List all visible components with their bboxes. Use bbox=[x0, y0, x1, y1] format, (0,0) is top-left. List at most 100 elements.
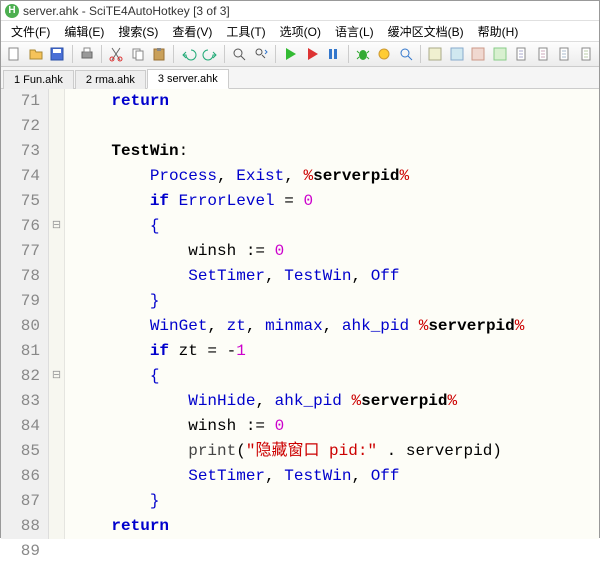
print-icon[interactable] bbox=[77, 44, 96, 64]
code-line[interactable]: WinGet, zt, minmax, ahk_pid %serverpid% bbox=[65, 314, 599, 339]
cut-icon[interactable] bbox=[107, 44, 126, 64]
code-line[interactable] bbox=[65, 114, 599, 139]
fold-marker bbox=[49, 339, 64, 364]
fold-column[interactable]: ⊟⊟ bbox=[49, 89, 65, 539]
line-number: 76 bbox=[1, 214, 48, 239]
fold-marker bbox=[49, 114, 64, 139]
line-number: 85 bbox=[1, 439, 48, 464]
code-line[interactable]: } bbox=[65, 289, 599, 314]
fold-marker bbox=[49, 389, 64, 414]
line-number: 84 bbox=[1, 414, 48, 439]
fold-marker bbox=[49, 164, 64, 189]
menu-item[interactable]: 编辑(E) bbox=[58, 21, 110, 42]
redo-icon[interactable] bbox=[201, 44, 220, 64]
fold-marker bbox=[49, 314, 64, 339]
undo-icon[interactable] bbox=[179, 44, 198, 64]
toolbar-separator bbox=[348, 45, 349, 63]
menu-item[interactable]: 缓冲区文档(B) bbox=[382, 21, 470, 42]
line-number: 73 bbox=[1, 139, 48, 164]
debug-bug-icon[interactable] bbox=[354, 44, 373, 64]
toolbar-separator bbox=[173, 45, 174, 63]
fold-marker bbox=[49, 414, 64, 439]
doc2-icon[interactable] bbox=[533, 44, 552, 64]
run-green-icon[interactable] bbox=[281, 44, 300, 64]
code-line[interactable]: WinHide, ahk_pid %serverpid% bbox=[65, 389, 599, 414]
fold-marker bbox=[49, 439, 64, 464]
tabbar: 1 Fun.ahk2 rma.ahk3 server.ahk bbox=[1, 67, 599, 89]
line-number: 87 bbox=[1, 489, 48, 514]
new-icon[interactable] bbox=[5, 44, 24, 64]
code-line[interactable]: } bbox=[65, 489, 599, 514]
line-number: 72 bbox=[1, 114, 48, 139]
toolbar-separator bbox=[420, 45, 421, 63]
fold-marker[interactable]: ⊟ bbox=[49, 214, 64, 239]
code-line[interactable]: return bbox=[65, 514, 599, 539]
toolbar-separator bbox=[72, 45, 73, 63]
code-area[interactable]: return TestWin: Process, Exist, %serverp… bbox=[65, 89, 599, 539]
code-line[interactable]: SetTimer, TestWin, Off bbox=[65, 464, 599, 489]
file-tab[interactable]: 1 Fun.ahk bbox=[3, 70, 74, 89]
code-line[interactable]: if ErrorLevel = 0 bbox=[65, 189, 599, 214]
code-line[interactable]: { bbox=[65, 364, 599, 389]
c-icon[interactable] bbox=[469, 44, 488, 64]
file-tab[interactable]: 3 server.ahk bbox=[147, 69, 229, 89]
fold-marker bbox=[49, 139, 64, 164]
menu-item[interactable]: 文件(F) bbox=[5, 21, 56, 42]
menu-item[interactable]: 工具(T) bbox=[220, 21, 271, 42]
fold-marker bbox=[49, 89, 64, 114]
fold-marker bbox=[49, 289, 64, 314]
window-titlebar: H server.ahk - SciTE4AutoHotkey [3 of 3] bbox=[1, 1, 599, 21]
code-line[interactable]: TestWin: bbox=[65, 139, 599, 164]
line-number: 81 bbox=[1, 339, 48, 364]
replace-icon[interactable] bbox=[252, 44, 271, 64]
line-number: 77 bbox=[1, 239, 48, 264]
doc1-icon[interactable] bbox=[512, 44, 531, 64]
code-line[interactable]: winsh := 0 bbox=[65, 239, 599, 264]
menu-item[interactable]: 搜索(S) bbox=[112, 21, 164, 42]
fold-marker bbox=[49, 514, 64, 539]
pause-icon[interactable] bbox=[324, 44, 343, 64]
d-icon[interactable] bbox=[490, 44, 509, 64]
code-line[interactable]: return bbox=[65, 89, 599, 114]
fold-marker bbox=[49, 264, 64, 289]
zoom-icon[interactable] bbox=[397, 44, 416, 64]
toolbar-separator bbox=[224, 45, 225, 63]
toolbar bbox=[1, 41, 599, 67]
file-tab[interactable]: 2 rma.ahk bbox=[75, 70, 146, 89]
open-icon[interactable] bbox=[27, 44, 46, 64]
fold-marker[interactable]: ⊟ bbox=[49, 364, 64, 389]
menu-item[interactable]: 查看(V) bbox=[166, 21, 218, 42]
code-editor[interactable]: 71727374757677787980818283848586878889 ⊟… bbox=[1, 89, 599, 539]
code-line[interactable]: { bbox=[65, 214, 599, 239]
menu-item[interactable]: 语言(L) bbox=[329, 21, 380, 42]
code-line[interactable]: if zt = -1 bbox=[65, 339, 599, 364]
code-line[interactable]: Process, Exist, %serverpid% bbox=[65, 164, 599, 189]
line-number: 89 bbox=[1, 539, 48, 564]
copy-icon[interactable] bbox=[128, 44, 147, 64]
line-number: 71 bbox=[1, 89, 48, 114]
line-number: 82 bbox=[1, 364, 48, 389]
doc4-icon[interactable] bbox=[576, 44, 595, 64]
code-line[interactable]: SetTimer, TestWin, Off bbox=[65, 264, 599, 289]
line-number: 83 bbox=[1, 389, 48, 414]
menu-item[interactable]: 帮助(H) bbox=[472, 21, 525, 42]
menu-item[interactable]: 选项(O) bbox=[274, 21, 327, 42]
line-number: 74 bbox=[1, 164, 48, 189]
find-icon[interactable] bbox=[230, 44, 249, 64]
line-number: 75 bbox=[1, 189, 48, 214]
fold-marker bbox=[49, 239, 64, 264]
menubar: 文件(F)编辑(E)搜索(S)查看(V)工具(T)选项(O)语言(L)缓冲区文档… bbox=[1, 21, 599, 41]
line-number: 80 bbox=[1, 314, 48, 339]
paste-icon[interactable] bbox=[150, 44, 169, 64]
b-icon[interactable] bbox=[447, 44, 466, 64]
code-line[interactable]: print("隐藏窗口 pid:" . serverpid) bbox=[65, 439, 599, 464]
step-icon[interactable] bbox=[375, 44, 394, 64]
code-line[interactable]: winsh := 0 bbox=[65, 414, 599, 439]
line-number: 78 bbox=[1, 264, 48, 289]
doc3-icon[interactable] bbox=[555, 44, 574, 64]
save-icon[interactable] bbox=[48, 44, 67, 64]
a-icon[interactable] bbox=[426, 44, 445, 64]
toolbar-separator bbox=[101, 45, 102, 63]
fold-marker bbox=[49, 189, 64, 214]
run-red-icon[interactable] bbox=[303, 44, 322, 64]
